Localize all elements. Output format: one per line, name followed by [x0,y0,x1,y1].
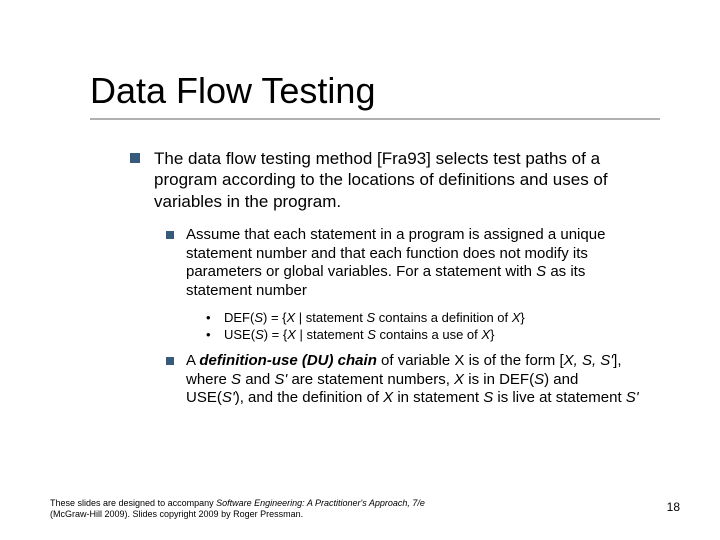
text-span: are statement numbers, [287,371,454,388]
italic-var: S [483,389,493,406]
text-span: ), and the definition of [235,389,383,406]
bullet-level3: • USE(S) = {X | statement S contains a u… [206,326,640,344]
bullet-text: A definition-use (DU) chain of variable … [186,352,640,408]
square-bullet-icon [166,231,174,239]
text-span: contains a use of [376,327,482,342]
square-bullet-icon [166,357,174,365]
italic-var: S [255,327,264,342]
italic-var: X, S, S' [564,352,614,369]
bullet-text: The data flow testing method [Fra93] sel… [154,148,640,212]
slide-title: Data Flow Testing [90,70,660,112]
text-span: } [520,310,524,325]
italic-var: X [287,327,296,342]
italic-var: S [536,263,546,280]
footer-text: These slides are designed to accompany S… [50,498,610,521]
text-span: | statement [295,310,366,325]
text-span: DEF( [224,310,254,325]
text-span: in statement [393,389,483,406]
footer-span: (McGraw-Hill 2009). Slides copyright 200… [50,509,303,519]
italic-var: S' [274,371,287,388]
dot-bullet-icon: • [206,309,218,327]
bullet-text: USE(S) = {X | statement S contains a use… [224,326,640,344]
text-span: | statement [296,327,367,342]
text-span: ) = { [263,310,287,325]
italic-var: X [481,327,490,342]
footer-span: These slides are designed to accompany [50,498,216,508]
bullet-text: Assume that each statement in a program … [186,226,640,301]
italic-var: X [287,310,296,325]
text-span: ) = { [264,327,288,342]
term-bold: definition-use (DU) chain [199,352,377,369]
bullet-level3-group: • DEF(S) = {X | statement S contains a d… [206,309,640,344]
bullet-level2: A definition-use (DU) chain of variable … [166,352,640,408]
text-span: is live at statement [493,389,626,406]
text-span: } [490,327,494,342]
slide-body: The data flow testing method [Fra93] sel… [130,148,640,408]
italic-var: S' [626,389,639,406]
page-number: 18 [667,500,680,514]
bullet-level1: The data flow testing method [Fra93] sel… [130,148,640,212]
italic-var: S' [222,389,235,406]
italic-var: X [383,389,393,406]
dot-bullet-icon: • [206,326,218,344]
footer-italic: Software Engineering: A Practitioner's A… [216,498,425,508]
text-span: A [186,352,199,369]
bullet-level3: • DEF(S) = {X | statement S contains a d… [206,309,640,327]
text-span: and [241,371,274,388]
italic-var: X [454,371,464,388]
italic-var: S [231,371,241,388]
slide: Data Flow Testing The data flow testing … [0,0,720,540]
text-span: is in DEF( [464,371,534,388]
bullet-level2: Assume that each statement in a program … [166,226,640,301]
text-span: of variable X is of the form [ [377,352,564,369]
square-bullet-icon [130,153,140,163]
italic-var: S [367,327,376,342]
title-underline: Data Flow Testing [90,70,660,120]
bullet-text: DEF(S) = {X | statement S contains a def… [224,309,640,327]
italic-var: S [366,310,375,325]
italic-var: S [534,371,544,388]
italic-var: S [254,310,263,325]
text-span: USE( [224,327,255,342]
text-span: contains a definition of [375,310,512,325]
